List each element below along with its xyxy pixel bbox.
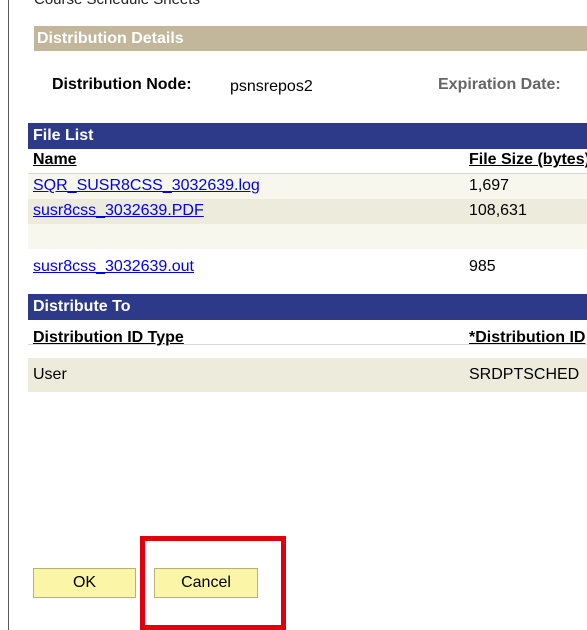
file-size-value: 108,631 [469, 202, 527, 219]
file-size-value: 985 [469, 258, 496, 275]
distribution-id-type-column-header[interactable]: Distribution ID Type [33, 329, 184, 347]
distribution-id-type-value: User [33, 366, 67, 383]
file-size-value: 1,697 [469, 177, 510, 194]
expiration-date-label: Expiration Date: [438, 76, 561, 93]
distribute-to-header: Distribute To [28, 294, 587, 320]
page-title: Course Schedule Sheets [34, 0, 200, 8]
file-list-header: File List [28, 123, 587, 149]
cancel-button[interactable]: Cancel [154, 568, 258, 598]
table-row [28, 224, 587, 249]
distribution-node-label: Distribution Node: [52, 76, 192, 93]
window-left-border [8, 0, 9, 630]
file-link[interactable]: SQR_SUSR8CSS_3032639.log [33, 177, 260, 195]
file-name-column-header[interactable]: Name [33, 151, 77, 169]
distribution-details-header: Distribution Details [34, 26, 587, 51]
distribution-id-column-header[interactable]: *Distribution ID [469, 329, 585, 347]
distribution-id-value: SRDPTSCHED [469, 366, 580, 383]
file-link[interactable]: susr8css_3032639.PDF [33, 202, 204, 220]
file-link[interactable]: susr8css_3032639.out [33, 258, 194, 276]
ok-button[interactable]: OK [33, 568, 136, 598]
distribution-node-value: psnsrepos2 [230, 78, 313, 95]
file-size-column-header[interactable]: File Size (bytes) [469, 151, 587, 169]
